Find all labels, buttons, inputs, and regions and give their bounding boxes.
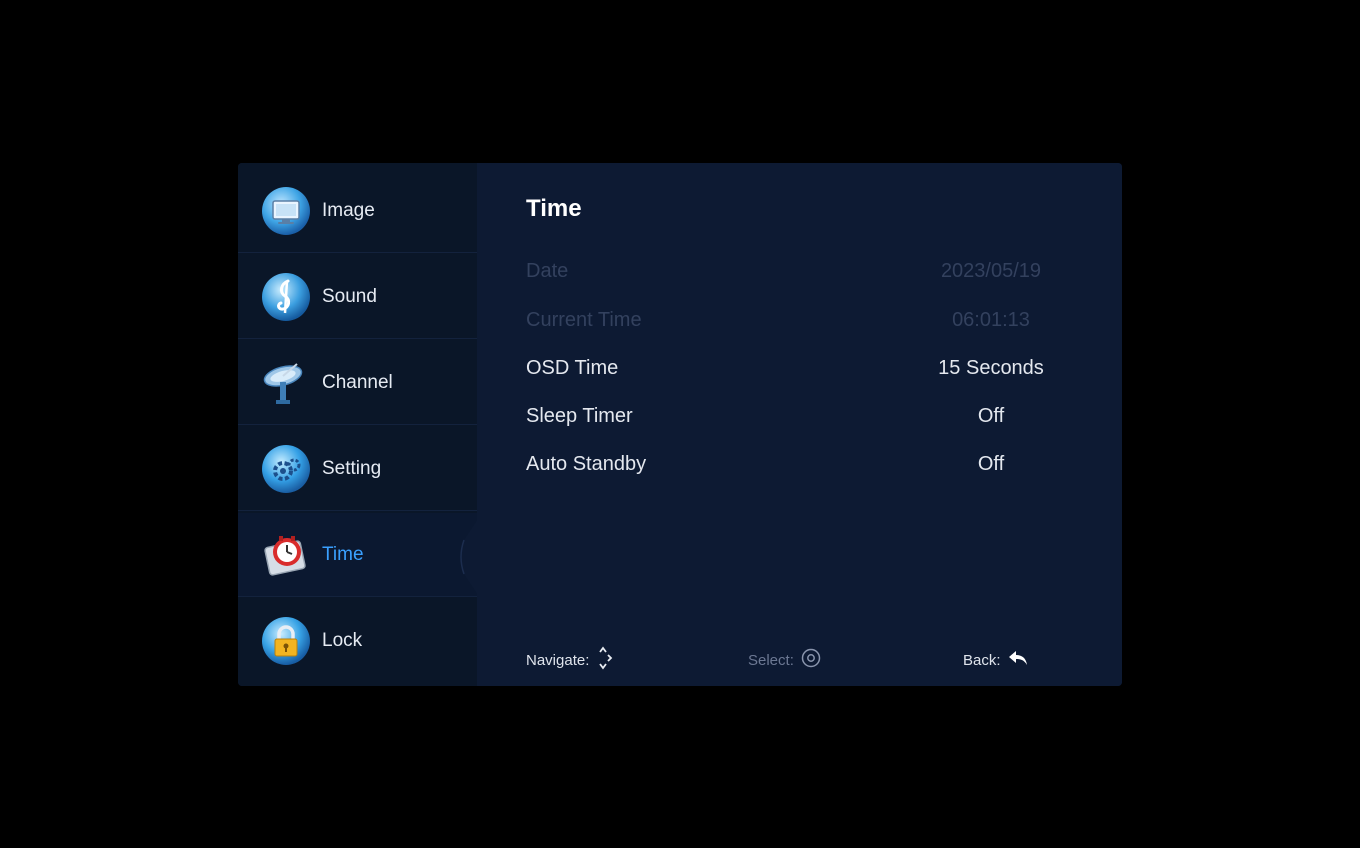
back-hint: Back: [963,648,1083,672]
clock-icon [260,529,312,581]
key-hints-footer: Navigate: Select: Back: [526,643,1086,677]
setting-name: Sleep Timer [526,404,633,427]
setting-value: Off [977,452,1005,475]
sidebar-item-label: Image [322,199,375,221]
osd-menu-panel: Image Sound Channel Setting Time Lock Ti… [238,163,1122,686]
sidebar-item-label: Lock [322,630,363,651]
sidebar-item-label: Channel [322,371,393,393]
lock-icon [260,615,312,667]
sidebar-item-setting[interactable]: Setting [238,427,477,511]
sidebar-item-lock[interactable]: Lock [238,599,477,683]
setting-value: Off [977,404,1005,427]
setting-row-sleep-timer[interactable]: Sleep Timer Off [526,399,1086,433]
setting-value: 06:01:13 [952,308,1030,331]
setting-name: Current Time [526,308,642,331]
ok-button-icon [800,647,822,673]
setting-row-osd-time[interactable]: OSD Time 15 Seconds [526,351,1086,385]
sidebar-item-label: Sound [322,285,377,307]
sidebar-item-sound[interactable]: Sound [238,255,477,339]
setting-row-auto-standby[interactable]: Auto Standby Off [526,447,1086,481]
sidebar-item-channel[interactable]: Channel [238,341,477,425]
setting-name: Date [526,259,569,282]
back-arrow-icon [1007,648,1029,672]
setting-value: 2023/05/19 [940,259,1042,282]
page-title: Time [526,195,582,222]
setting-row-date: Date 2023/05/19 [526,254,1086,288]
sidebar: Image Sound Channel Setting Time Lock [238,163,480,686]
sidebar-item-image[interactable]: Image [238,169,477,253]
sidebar-item-label: Time [322,543,364,565]
setting-name: OSD Time [526,356,619,379]
sidebar-item-label: Setting [322,457,382,479]
select-hint: Select: [748,647,963,673]
setting-value: 15 Seconds [938,356,1044,379]
satellite-dish-icon [260,357,312,409]
music-note-icon [260,271,312,323]
navigate-label: Navigate: [526,651,590,669]
sidebar-item-time[interactable]: Time [238,513,477,597]
setting-name: Auto Standby [526,452,647,475]
navigate-arrows-icon [595,645,613,675]
back-label: Back: [963,651,1001,669]
settings-content: Time Date 2023/05/19 Current Time 06:01:… [477,163,1122,686]
gear-icon [260,443,312,495]
select-label: Select: [748,651,794,669]
navigate-hint: Navigate: [526,645,748,675]
tv-screen: Image Sound Channel Setting Time Lock Ti… [0,0,1360,848]
setting-row-current-time: Current Time 06:01:13 [526,303,1086,337]
image-icon [260,185,312,237]
